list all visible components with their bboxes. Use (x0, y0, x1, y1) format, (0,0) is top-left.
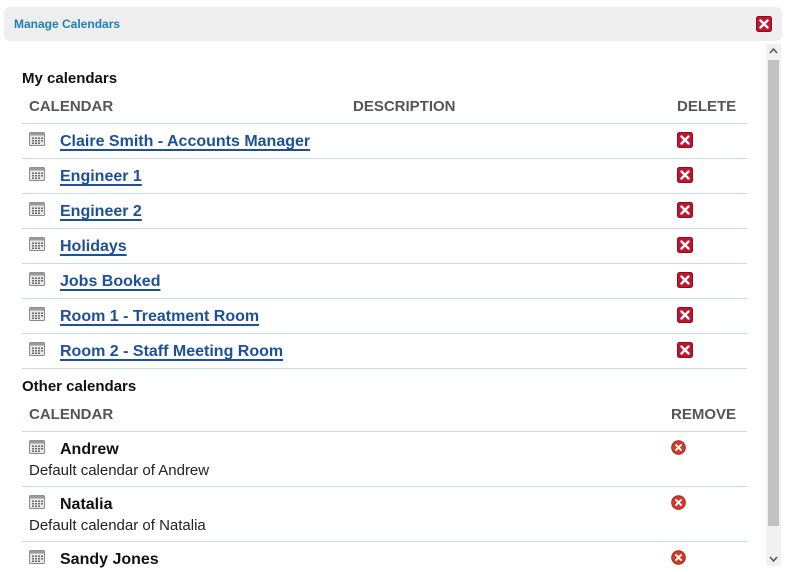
calendars-panel: My calendars CALENDAR DESCRIPTION DELETE… (22, 44, 747, 572)
calendar-icon (29, 167, 45, 181)
calendar-link[interactable]: Engineer 1 (60, 168, 142, 186)
delete-column-header: DELETE (677, 98, 737, 115)
my-calendars-title: My calendars (22, 70, 118, 87)
calendar-description: Default calendar of Natalia (29, 517, 206, 534)
calendar-icon (29, 132, 45, 146)
table-row: Room 1 - Treatment Room (22, 299, 747, 334)
delete-icon[interactable] (677, 237, 693, 253)
remove-icon[interactable] (671, 550, 686, 565)
delete-icon[interactable] (677, 307, 693, 323)
calendar-icon (29, 342, 45, 356)
calendar-link[interactable]: Room 2 - Staff Meeting Room (60, 343, 283, 361)
dialog-title: Manage Calendars (14, 17, 121, 31)
calendar-icon (29, 237, 45, 251)
delete-icon[interactable] (677, 167, 693, 183)
calendar-name: Natalia (60, 496, 113, 513)
table-row: Andrew Default calendar of Andrew (22, 432, 747, 487)
calendar-icon (29, 440, 45, 454)
calendar-link[interactable]: Engineer 2 (60, 203, 142, 221)
my-calendar-column-header: CALENDAR (29, 98, 114, 115)
dialog-header: Manage Calendars (4, 7, 782, 41)
vertical-scrollbar[interactable] (766, 44, 781, 566)
divider (22, 368, 747, 369)
scroll-up-arrow-icon[interactable] (766, 44, 781, 58)
calendar-icon (29, 495, 45, 509)
calendar-name: Andrew (60, 441, 119, 458)
remove-icon[interactable] (671, 440, 686, 455)
description-column-header: DESCRIPTION (353, 98, 456, 115)
table-row: Jobs Booked (22, 264, 747, 299)
table-row: Engineer 2 (22, 194, 747, 229)
remove-icon[interactable] (671, 495, 686, 510)
scroll-down-arrow-icon[interactable] (766, 552, 781, 566)
calendar-icon (29, 202, 45, 216)
remove-column-header: REMOVE (671, 406, 737, 423)
calendar-icon (29, 550, 45, 564)
calendar-link[interactable]: Holidays (60, 238, 127, 256)
other-calendar-column-header: CALENDAR (29, 406, 114, 423)
calendar-link[interactable]: Claire Smith - Accounts Manager (60, 133, 310, 151)
table-row: Claire Smith - Accounts Manager (22, 124, 747, 159)
calendar-icon (29, 307, 45, 321)
other-calendars-title: Other calendars (22, 378, 137, 395)
calendar-icon (29, 272, 45, 286)
delete-icon[interactable] (677, 272, 693, 288)
calendar-link[interactable]: Room 1 - Treatment Room (60, 308, 259, 326)
delete-icon[interactable] (677, 202, 693, 218)
scrollbar-thumb[interactable] (768, 60, 779, 526)
table-row: Room 2 - Staff Meeting Room (22, 334, 747, 369)
calendar-name: Sandy Jones (60, 551, 159, 568)
table-row: Sandy Jones (22, 542, 747, 572)
delete-icon[interactable] (677, 342, 693, 358)
close-icon[interactable] (756, 16, 772, 32)
calendar-link[interactable]: Jobs Booked (60, 273, 160, 291)
delete-icon[interactable] (677, 132, 693, 148)
table-row: Natalia Default calendar of Natalia (22, 487, 747, 542)
table-row: Holidays (22, 229, 747, 264)
calendar-description: Default calendar of Andrew (29, 462, 210, 479)
table-row: Engineer 1 (22, 159, 747, 194)
